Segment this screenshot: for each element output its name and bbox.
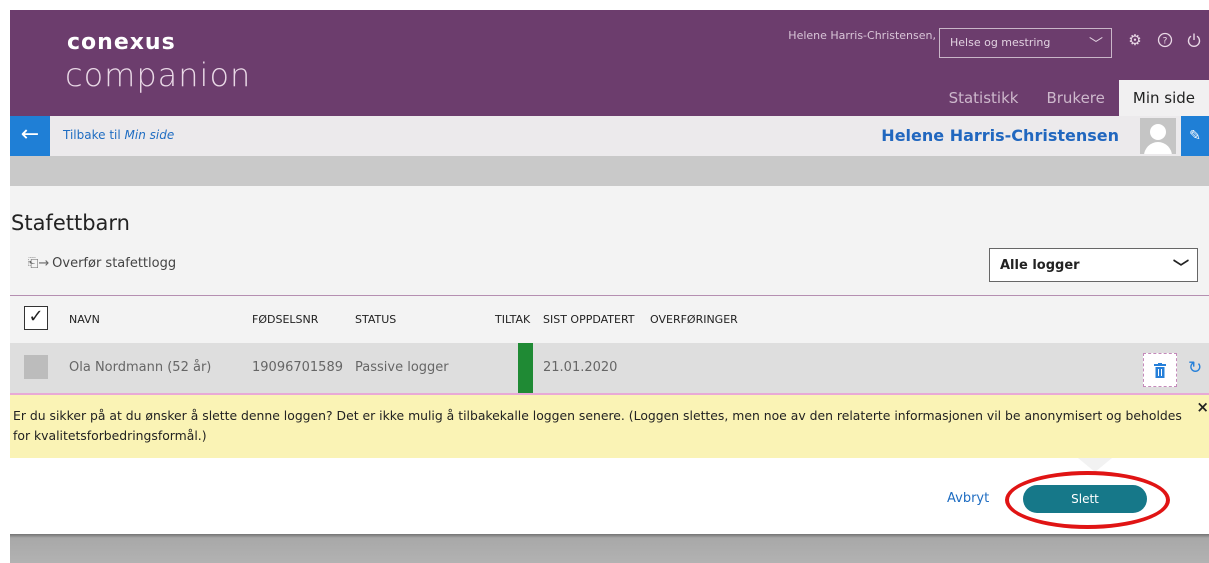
person-name: Helene Harris-Christensen [881, 126, 1119, 145]
table-row[interactable]: Ola Nordmann (52 år) 19096701589 Passive… [10, 343, 1209, 393]
column-header-tiltak[interactable]: TILTAK [495, 313, 530, 326]
tab-brukere[interactable]: Brukere [1032, 80, 1118, 116]
tab-statistikk[interactable]: Statistikk [935, 80, 1033, 116]
help-icon[interactable]: ? [1155, 30, 1175, 50]
back-link-prefix: Tilbake til [63, 128, 125, 142]
log-filter-value: Alle logger [1000, 258, 1080, 273]
logo-conexus: conexus [67, 30, 176, 55]
cancel-button[interactable]: Avbryt [947, 491, 989, 506]
confirm-panel: Avbryt Slett [10, 458, 1209, 534]
back-bar: ← Tilbake til Min side Helene Harris-Chr… [10, 116, 1209, 156]
cell-navn: Ola Nordmann (52 år) [69, 360, 212, 375]
back-link[interactable]: Tilbake til Min side [63, 128, 174, 142]
arrow-left-icon[interactable]: ← [10, 116, 50, 156]
table-header-divider [10, 295, 1209, 296]
avatar [1140, 118, 1176, 154]
app-header: conexus companion Helene Harris-Christen… [10, 10, 1209, 116]
cell-sist-oppdatert: 21.01.2020 [543, 360, 618, 375]
logo-companion: companion [65, 56, 252, 94]
cell-fodselsnr: 19096701589 [252, 360, 343, 375]
delete-warning: Er du sikker på at du ønsker å slette de… [10, 393, 1209, 458]
divider-bar [10, 156, 1209, 186]
svg-text:?: ? [1163, 37, 1168, 47]
back-link-target: Min side [124, 128, 175, 142]
tiltak-indicator [518, 343, 533, 393]
trash-icon[interactable] [1143, 353, 1177, 387]
cell-status: Passive logger [355, 360, 449, 375]
page: conexus companion Helene Harris-Christen… [0, 0, 1209, 563]
close-icon[interactable]: × [1196, 398, 1209, 416]
column-header-navn[interactable]: NAVN [69, 313, 100, 326]
main-tabs: Statistikk Brukere Min side [935, 80, 1209, 116]
power-icon[interactable] [1184, 30, 1204, 50]
tab-min-side[interactable]: Min side [1118, 80, 1209, 116]
role-select-value: Helse og mestring [950, 36, 1051, 49]
row-checkbox[interactable] [24, 355, 48, 379]
highlight-ring [1005, 471, 1170, 529]
transfer-log-label: Overfør stafettlogg [52, 256, 177, 271]
delete-warning-text: Er du sikker på at du ønsker å slette de… [13, 408, 1182, 443]
bottom-shadow [10, 534, 1209, 563]
pencil-icon[interactable]: ✎ [1181, 116, 1209, 156]
gear-icon[interactable]: ⚙ [1125, 30, 1145, 50]
current-user-name: Helene Harris-Christensen, [788, 29, 936, 42]
transfer-icon: ⎗→ [28, 256, 50, 271]
log-filter-select[interactable]: Alle logger ﹀ [989, 248, 1198, 282]
page-title: Stafettbarn [11, 211, 130, 235]
column-header-status[interactable]: STATUS [355, 313, 396, 326]
column-header-fodselsnr[interactable]: FØDSELSNR [252, 313, 318, 326]
select-all-checkbox[interactable]: ✓ [24, 306, 48, 330]
transfer-log-button[interactable]: ⎗→ Overfør stafettlogg [28, 256, 176, 271]
column-header-overforinger[interactable]: OVERFØRINGER [650, 313, 738, 326]
panel-notch [1078, 458, 1112, 472]
column-header-sist-oppdatert[interactable]: SIST OPPDATERT [543, 313, 635, 326]
role-select[interactable]: Helse og mestring ﹀ [939, 28, 1112, 58]
refresh-icon[interactable]: ↻ [1188, 358, 1202, 378]
chevron-down-icon: ﹀ [1172, 258, 1189, 277]
chevron-down-icon: ﹀ [1089, 37, 1103, 53]
